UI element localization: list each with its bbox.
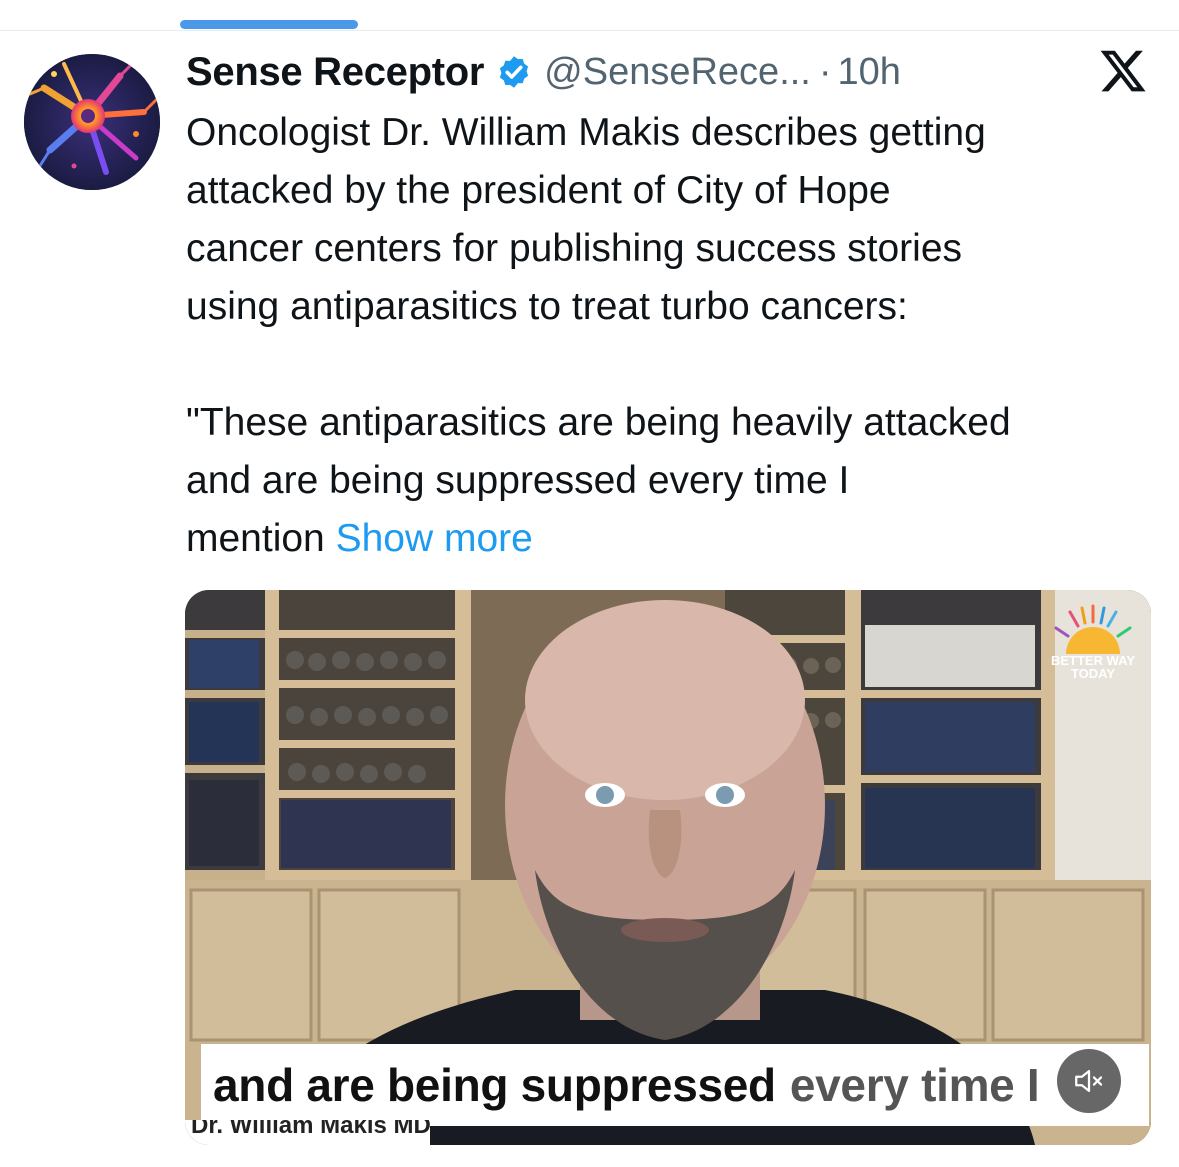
speaker-name: Dr. William Makis MD [191,1120,430,1139]
user-handle[interactable]: @SenseRece... [544,51,811,94]
show-more-link[interactable]: Show more [336,517,533,560]
avatar[interactable] [24,54,160,190]
tweet-screenshot: Sense Receptor @SenseRece... · 10h Oncol… [0,0,1179,1167]
timestamp[interactable]: 10h [838,51,901,94]
tweet-line: and are being suppressed every time I [186,459,850,502]
caption-spoken-text: and are being suppressed [213,1059,776,1111]
tweet-line-prefix: mention [186,517,336,560]
speaker-nameplate: Dr. William Makis MD [185,1120,430,1145]
tweet-last-line: mention Show more [186,510,1166,568]
tweet-line: attacked by the president of City of Hop… [186,169,891,212]
video-caption: and are being suppressed every time I [201,1044,1149,1126]
muted-speaker-icon [1075,1069,1103,1093]
verified-badge-icon [496,54,532,90]
tweet-line: "These antiparasitics are being heavily … [186,401,1011,444]
tweet-line: Oncologist Dr. William Makis describes g… [186,111,986,154]
top-divider [0,30,1179,31]
mute-button[interactable] [1057,1049,1121,1113]
channel-logo: BETTER WAY TODAY [1043,600,1143,680]
sun-logo-icon [1054,604,1132,654]
x-logo-icon [1098,46,1148,96]
tweet-body: Oncologist Dr. William Makis describes g… [186,104,1166,568]
tweet-line: cancer centers for publishing success st… [186,227,963,270]
neuron-avatar-icon [24,54,160,190]
caption-upcoming-text: every time I [789,1059,1040,1111]
channel-name-line2: TODAY [1070,666,1116,681]
tweet-header: Sense Receptor @SenseRece... · 10h [186,44,901,100]
separator-dot: · [818,50,832,93]
tweet-line: using antiparasitics to treat turbo canc… [186,285,908,328]
display-name[interactable]: Sense Receptor [186,50,484,95]
video-player[interactable]: BETTER WAY TODAY and are being suppresse… [185,590,1151,1145]
tab-indicator [180,20,358,29]
